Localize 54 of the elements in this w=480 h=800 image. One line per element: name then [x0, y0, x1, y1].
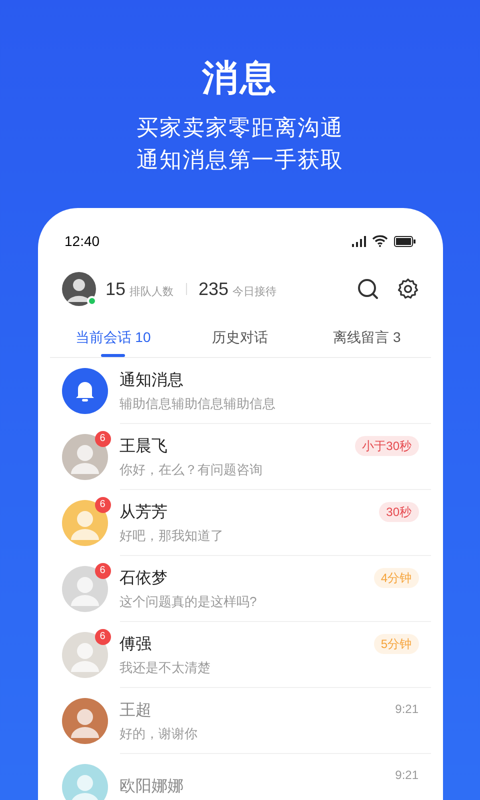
tab[interactable]: 历史对话	[176, 317, 304, 357]
hero-subtitle: 通知消息第一手获取	[136, 146, 344, 174]
message-preview: 你好，在么？有问题咨询	[120, 460, 264, 478]
stat-label: 今日接待	[232, 284, 277, 300]
unread-badge: 6	[94, 431, 110, 447]
message-preview: 辅助信息辅助信息辅助信息	[120, 394, 276, 412]
wifi-icon	[372, 235, 388, 247]
unread-badge: 6	[94, 497, 110, 513]
contact-name: 王晨飞	[120, 436, 168, 456]
tab[interactable]: 当前会话 10	[50, 317, 176, 357]
signal-icon	[352, 236, 366, 246]
message-time: 9:21	[395, 767, 418, 784]
contact-name: 通知消息	[120, 370, 184, 390]
avatar[interactable]	[62, 698, 108, 744]
avatar[interactable]	[62, 566, 108, 612]
hero-title: 消息	[202, 56, 278, 100]
bell-icon	[62, 368, 108, 414]
message-preview: 好的，谢谢你	[120, 724, 198, 742]
avatar[interactable]	[62, 434, 108, 480]
stat-value: 15	[106, 278, 126, 300]
conversation-item[interactable]: 王超 好的，谢谢你 9:21	[38, 688, 442, 754]
conversation-item[interactable]: 6 从芳芳 好吧，那我知道了 30秒	[38, 490, 442, 556]
contact-name: 王超	[120, 700, 152, 720]
message-preview: 我还是不太清楚	[120, 658, 212, 676]
status-time: 12:40	[64, 232, 100, 250]
conversation-item[interactable]: 6 石依梦 这个问题真的是这样吗? 4分钟	[38, 556, 442, 622]
conversation-item[interactable]: 6 傅强 我还是不太清楚 5分钟	[38, 622, 442, 688]
wait-time-tag: 小于30秒	[355, 436, 418, 456]
unread-badge: 6	[94, 629, 110, 645]
message-time: 9:21	[395, 701, 418, 718]
unread-badge: 6	[94, 563, 110, 579]
contact-name: 石依梦	[120, 568, 168, 588]
settings-icon[interactable]	[396, 278, 418, 300]
stat-label: 排队人数	[130, 284, 174, 300]
conversation-item[interactable]: 欧阳娜娜 9:21	[38, 754, 442, 800]
avatar[interactable]	[62, 632, 108, 678]
wait-time-tag: 4分钟	[374, 568, 418, 588]
hero-subtitle: 买家卖家零距离沟通	[136, 114, 344, 142]
tab[interactable]: 离线留言 3	[304, 317, 430, 357]
tab-indicator	[101, 354, 125, 357]
battery-icon	[394, 236, 416, 246]
wait-time-tag: 30秒	[379, 502, 418, 522]
contact-name: 欧阳娜娜	[120, 777, 184, 797]
stat-value: 235	[198, 278, 229, 300]
message-preview: 这个问题真的是这样吗?	[120, 592, 258, 610]
contact-name: 傅强	[120, 634, 152, 654]
contact-name: 从芳芳	[120, 502, 168, 522]
conversation-item[interactable]: 6 王晨飞 你好，在么？有问题咨询 小于30秒	[38, 424, 442, 490]
avatar[interactable]	[62, 500, 108, 546]
avatar[interactable]	[62, 272, 96, 306]
conversation-item[interactable]: 通知消息 辅助信息辅助信息辅助信息	[38, 358, 442, 424]
search-icon[interactable]	[356, 278, 378, 300]
message-preview: 好吧，那我知道了	[120, 526, 224, 544]
wait-time-tag: 5分钟	[374, 634, 418, 654]
